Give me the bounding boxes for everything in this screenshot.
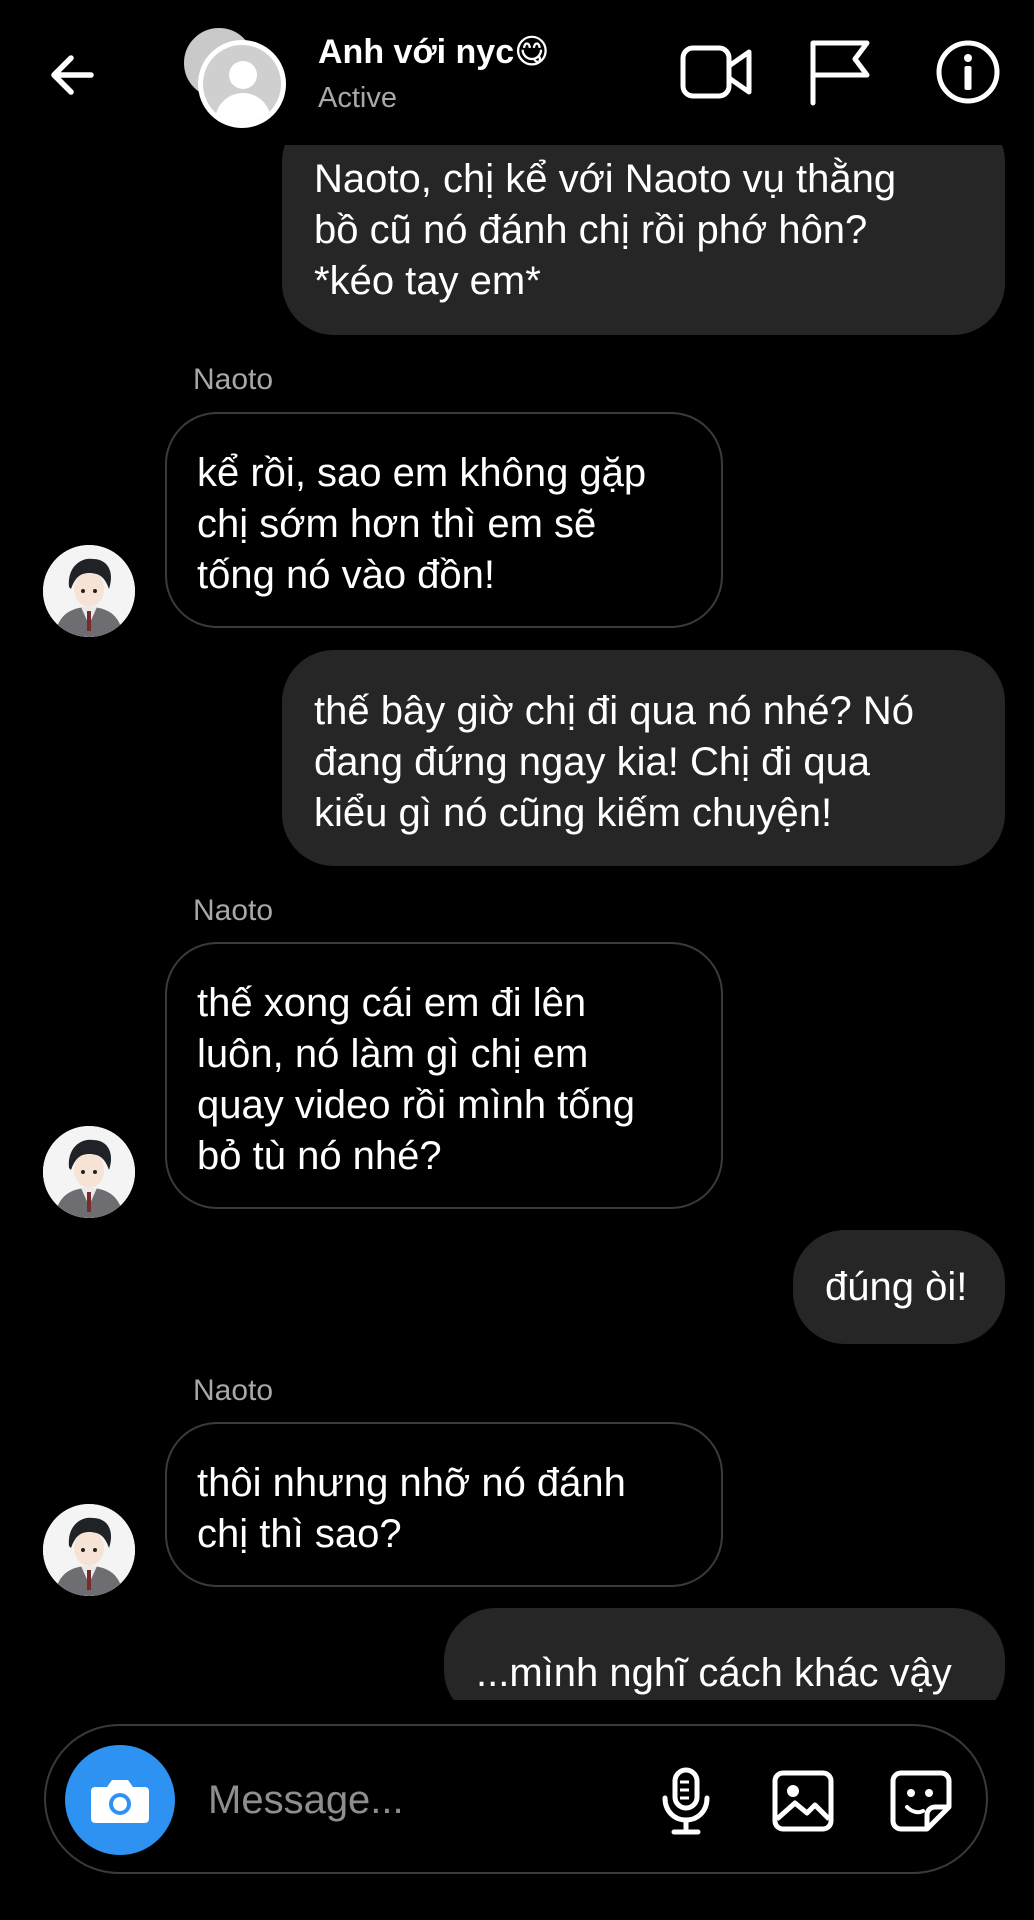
outgoing-message[interactable]: thế bây giờ chị đi qua nó nhé? Nó đang đ… [282, 650, 1005, 866]
chat-title[interactable]: Anh với nyc😋 [318, 32, 550, 72]
message-text: Naoto, chị kể với Naoto vụ thằng bồ cũ n… [314, 157, 897, 303]
message-text: kể rồi, sao em không gặp chị sớm hơn thì… [197, 451, 647, 597]
camera-icon [91, 1780, 149, 1823]
sticker-button[interactable] [881, 1761, 961, 1841]
info-button[interactable] [928, 32, 1008, 112]
message-input[interactable] [206, 1766, 630, 1834]
back-button[interactable] [40, 42, 106, 108]
sticker-icon [890, 1770, 952, 1832]
message-composer [44, 1724, 988, 1874]
message-text: thôi nhưng nhỡ nó đánh chị thì sao? [197, 1461, 626, 1556]
video-camera-icon [680, 45, 752, 99]
report-button[interactable] [800, 32, 880, 112]
microphone-icon [662, 1767, 710, 1835]
voice-message-button[interactable] [646, 1761, 726, 1841]
image-icon [772, 1770, 834, 1832]
sender-name: Naoto [193, 894, 274, 927]
sender-avatar[interactable] [43, 1504, 135, 1596]
flag-icon [810, 40, 870, 106]
info-icon [936, 40, 1000, 104]
outgoing-message[interactable]: ...mình nghĩ cách khác vậy [444, 1608, 1005, 1700]
message-text: ...mình nghĩ cách khác vậy [476, 1651, 952, 1695]
group-avatar[interactable] [180, 24, 286, 128]
incoming-message[interactable]: kể rồi, sao em không gặp chị sớm hơn thì… [165, 412, 723, 628]
arrow-left-icon [51, 55, 94, 95]
message-text: thế bây giờ chị đi qua nó nhé? Nó đang đ… [314, 689, 914, 835]
sender-avatar[interactable] [43, 1126, 135, 1218]
message-text: đúng òi! [825, 1265, 968, 1309]
message-clip: ...mình nghĩ cách khác vậy [0, 1600, 1034, 1700]
avatar-front [198, 40, 286, 128]
incoming-message[interactable]: thôi nhưng nhỡ nó đánh chị thì sao? [165, 1422, 723, 1587]
gallery-button[interactable] [763, 1761, 843, 1841]
camera-button[interactable] [65, 1745, 175, 1855]
chat-header: Anh với nyc😋 Active [0, 0, 1034, 145]
incoming-message[interactable]: thế xong cái em đi lên luôn, nó làm gì c… [165, 942, 723, 1209]
sender-name: Naoto [193, 363, 274, 396]
outgoing-message[interactable]: đúng òi! [793, 1230, 1005, 1344]
sender-avatar[interactable] [43, 545, 135, 637]
video-call-button[interactable] [677, 32, 757, 112]
message-text: thế xong cái em đi lên luôn, nó làm gì c… [197, 981, 636, 1178]
active-status: Active [318, 82, 397, 114]
sender-name: Naoto [193, 1374, 274, 1407]
